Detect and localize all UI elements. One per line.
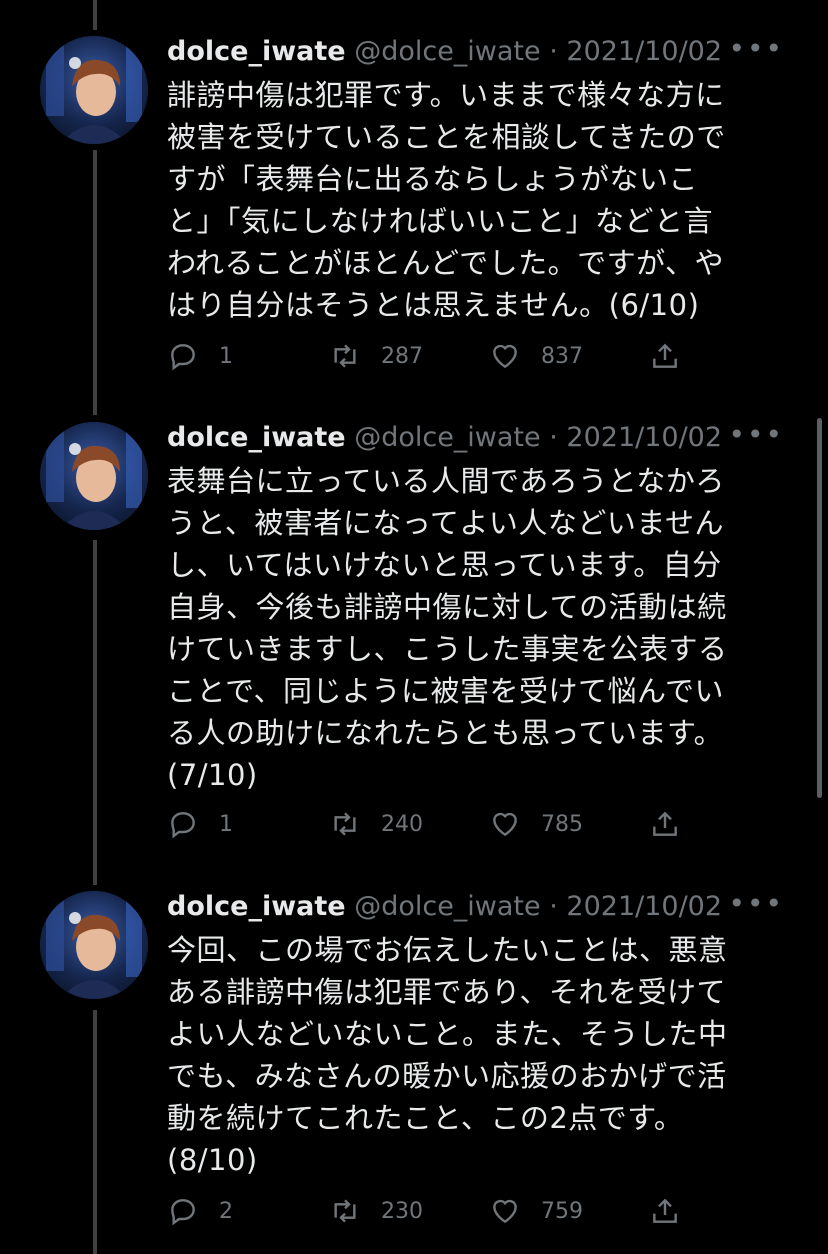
separator: ·: [549, 891, 558, 922]
separator: ·: [549, 36, 558, 67]
scrollbar[interactable]: [817, 418, 822, 798]
like-button[interactable]: 759: [489, 1191, 583, 1231]
tweet-header: dolce_iwate @dolce_iwate · 2021/10/02: [167, 422, 722, 454]
share-icon: [653, 811, 677, 836]
heart-icon: [493, 1199, 517, 1224]
handle[interactable]: @dolce_iwate: [354, 891, 540, 922]
retweet-icon: [334, 344, 356, 368]
retweet-button[interactable]: 287: [329, 336, 423, 376]
like-count: 837: [541, 343, 583, 369]
share-button[interactable]: [649, 804, 701, 844]
like-button[interactable]: 785: [489, 804, 583, 844]
share-button[interactable]: [649, 1191, 701, 1231]
retweet-icon: [334, 812, 356, 836]
reply-button[interactable]: 1: [167, 336, 233, 376]
reply-icon: [171, 344, 195, 371]
tweet-text: 誹謗中傷は犯罪です。いままで様々な方に 被害を受けていることを相談してきたので …: [167, 78, 726, 322]
tweet-6[interactable]: dolce_iwate @dolce_iwate · 2021/10/02 ••…: [0, 35, 828, 396]
retweet-icon: [334, 1199, 356, 1223]
timestamp[interactable]: 2021/10/02: [566, 36, 722, 67]
share-icon: [653, 1198, 677, 1223]
avatar[interactable]: [40, 422, 148, 530]
avatar[interactable]: [40, 891, 148, 999]
handle[interactable]: @dolce_iwate: [354, 422, 540, 453]
retweet-button[interactable]: 230: [329, 1191, 423, 1231]
avatar[interactable]: [40, 36, 148, 144]
reply-count: 1: [219, 343, 233, 369]
display-name[interactable]: dolce_iwate: [167, 422, 346, 453]
timestamp[interactable]: 2021/10/02: [566, 891, 722, 922]
share-button[interactable]: [649, 336, 701, 376]
tweet-text: 表舞台に立っている人間であろうとなかろ うと、被害者になってよい人などいません …: [167, 464, 728, 792]
like-count: 759: [541, 1198, 583, 1224]
tweet-actions: 1 287 837: [167, 336, 727, 376]
heart-icon: [493, 344, 517, 369]
more-icon[interactable]: •••: [728, 35, 784, 63]
retweet-count: 240: [381, 811, 423, 837]
retweet-count: 287: [381, 343, 423, 369]
like-button[interactable]: 837: [489, 336, 583, 376]
reply-count: 2: [219, 1198, 233, 1224]
reply-count: 1: [219, 811, 233, 837]
share-icon: [653, 343, 677, 368]
tweet-header: dolce_iwate @dolce_iwate · 2021/10/02: [167, 891, 722, 923]
reply-icon: [171, 1199, 195, 1226]
tweet-7[interactable]: dolce_iwate @dolce_iwate · 2021/10/02 ••…: [0, 421, 828, 862]
display-name[interactable]: dolce_iwate: [167, 891, 346, 922]
more-icon[interactable]: •••: [728, 421, 784, 449]
tweet-text: 今回、この場でお伝えしたいことは、悪意 ある誹謗中傷は犯罪であり、それを受けて …: [167, 933, 728, 1177]
more-icon[interactable]: •••: [728, 890, 784, 918]
reply-button[interactable]: 1: [167, 804, 233, 844]
separator: ·: [549, 422, 558, 453]
timestamp[interactable]: 2021/10/02: [566, 422, 722, 453]
tweet-actions: 1 240 785: [167, 804, 727, 844]
reply-icon: [171, 812, 195, 839]
thread-line-top: [93, 0, 97, 30]
handle[interactable]: @dolce_iwate: [354, 36, 540, 67]
tweet-actions: 2 230 759: [167, 1191, 727, 1231]
tweet-8[interactable]: dolce_iwate @dolce_iwate · 2021/10/02 ••…: [0, 890, 828, 1241]
retweet-count: 230: [381, 1198, 423, 1224]
heart-icon: [493, 812, 517, 837]
tweet-header: dolce_iwate @dolce_iwate · 2021/10/02: [167, 36, 722, 68]
display-name[interactable]: dolce_iwate: [167, 36, 346, 67]
like-count: 785: [541, 811, 583, 837]
retweet-button[interactable]: 240: [329, 804, 423, 844]
reply-button[interactable]: 2: [167, 1191, 233, 1231]
